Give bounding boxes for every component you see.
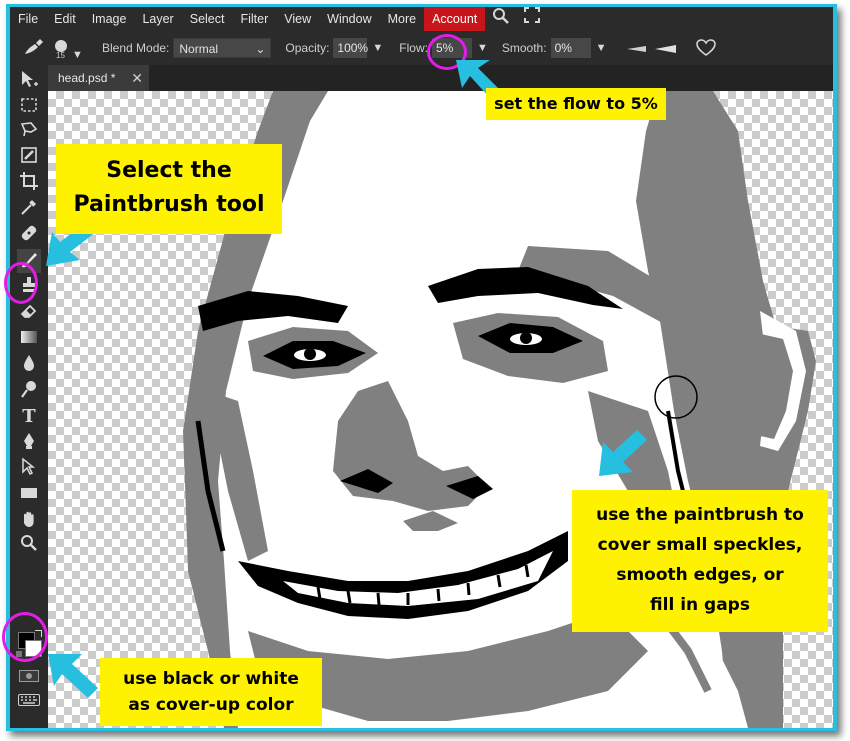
brush-callout: use the paintbrush to cover small speckl…	[572, 490, 828, 632]
type-tool-icon[interactable]: T	[17, 405, 41, 429]
smooth-caret-icon[interactable]: ▼	[596, 42, 607, 54]
document-tab-label: head.psd *	[58, 71, 116, 85]
menu-view[interactable]: View	[276, 7, 319, 31]
flow-caret-icon[interactable]: ▼	[477, 42, 488, 54]
smooth-label: Smooth:	[501, 41, 547, 55]
brush-tool-highlight-ring	[4, 262, 38, 304]
gradient-tool-icon[interactable]	[17, 327, 41, 351]
keyboard-icon[interactable]	[18, 693, 40, 706]
rectangle-tool-icon[interactable]	[17, 483, 41, 507]
menu-file[interactable]: File	[10, 7, 46, 31]
menu-more[interactable]: More	[380, 7, 424, 31]
menu-select[interactable]: Select	[182, 7, 233, 31]
smooth-input[interactable]: 0%	[550, 38, 591, 58]
color-arrow-icon	[48, 654, 98, 698]
menu-layer[interactable]: Layer	[134, 7, 181, 31]
brush-arrow-icon	[599, 430, 647, 476]
brush-size-picker[interactable]: 15 ▼	[52, 35, 86, 61]
opacity-input[interactable]: 100%	[333, 38, 368, 58]
eraser-tool-icon[interactable]	[17, 301, 41, 325]
heart-icon[interactable]	[696, 39, 717, 57]
blur-tool-icon[interactable]	[17, 353, 41, 377]
flow-callout: set the flow to 5%	[486, 88, 666, 120]
lasso-tool-icon[interactable]	[17, 120, 41, 144]
fullscreen-icon[interactable]	[517, 7, 547, 31]
menu-image[interactable]: Image	[84, 7, 135, 31]
menu-window[interactable]: Window	[319, 7, 379, 31]
search-icon[interactable]	[485, 7, 517, 31]
tool-callout-line-1: Select the	[106, 158, 232, 183]
brush-tool-preset-icon[interactable]	[22, 38, 46, 58]
menu-filter[interactable]: Filter	[232, 7, 276, 31]
healing-brush-tool-icon[interactable]	[17, 223, 41, 247]
marquee-tool-icon[interactable]	[17, 95, 41, 119]
brush-callout-line-3: smooth edges, or	[616, 565, 784, 585]
right-pupil	[520, 332, 532, 344]
chevron-down-icon: ⌄	[255, 42, 266, 56]
flow-label: Flow:	[399, 41, 428, 55]
quick-mask-icon[interactable]	[19, 670, 39, 682]
blend-mode-select[interactable]: Normal ⌄	[173, 38, 272, 58]
color-callout-line-1: use black or white	[123, 669, 299, 689]
flow-callout-text: set the flow to 5%	[494, 94, 658, 113]
crop-tool-icon[interactable]	[17, 171, 41, 195]
options-bar: 15 ▼ Blend Mode: Normal ⌄ Opacity: 100% …	[10, 31, 833, 65]
close-icon[interactable]: ✕	[131, 65, 143, 91]
zoom-tool-icon[interactable]	[17, 533, 41, 557]
move-tool-icon[interactable]	[17, 69, 41, 93]
left-pupil	[304, 348, 316, 360]
brush-callout-line-2: cover small speckles,	[597, 535, 803, 555]
pen-tool-icon[interactable]	[17, 431, 41, 455]
document-tab[interactable]: head.psd * ✕	[48, 65, 149, 91]
color-callout-line-2: as cover-up color	[128, 695, 294, 715]
tool-callout: Select the Paintbrush tool	[56, 144, 282, 234]
opacity-label: Opacity:	[285, 41, 330, 55]
color-callout: use black or white as cover-up color	[100, 658, 322, 726]
path-selection-tool-icon[interactable]	[17, 457, 41, 481]
quick-mask-circle	[26, 673, 32, 679]
menu-account[interactable]: Account	[424, 7, 486, 31]
quick-selection-tool-icon[interactable]	[17, 145, 41, 169]
pressure-opacity-icon[interactable]	[654, 43, 678, 53]
pressure-size-icon[interactable]	[626, 43, 648, 53]
blend-mode-label: Blend Mode:	[102, 41, 170, 55]
blend-mode-value: Normal	[179, 42, 219, 56]
caret-down-icon: ▼	[72, 49, 83, 61]
brush-callout-line-4: fill in gaps	[650, 595, 750, 615]
menu-bar: File Edit Image Layer Select Filter View…	[10, 7, 833, 31]
brush-size-value: 15	[56, 51, 65, 60]
eyedropper-tool-icon[interactable]	[17, 197, 41, 221]
tool-callout-line-2: Paintbrush tool	[73, 192, 265, 217]
opacity-caret-icon[interactable]: ▼	[372, 42, 383, 54]
hand-tool-icon[interactable]	[17, 509, 41, 533]
brush-callout-line-1: use the paintbrush to	[596, 505, 804, 525]
dodge-tool-icon[interactable]	[17, 379, 41, 403]
menu-edit[interactable]: Edit	[46, 7, 84, 31]
color-swatch-highlight-ring	[2, 612, 48, 662]
